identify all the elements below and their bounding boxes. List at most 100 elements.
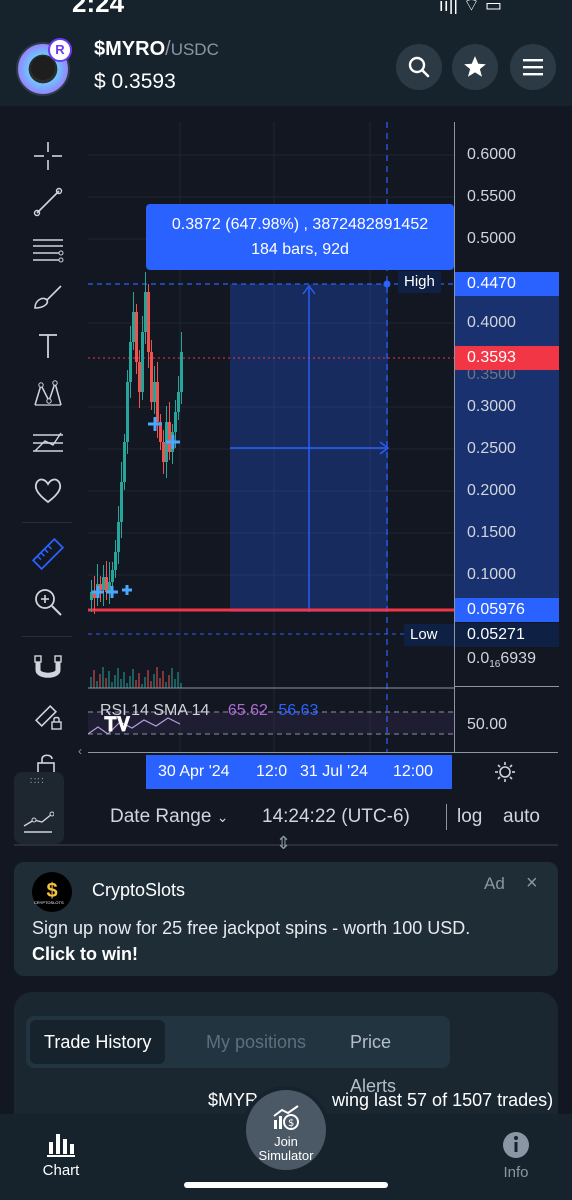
trendline-tool[interactable] xyxy=(30,184,66,220)
auto-toggle[interactable]: auto xyxy=(503,806,540,828)
volume-bar xyxy=(90,677,92,688)
trades-summary-count: wing last 57 of 1507 trades) xyxy=(332,1090,554,1110)
search-button[interactable] xyxy=(396,44,442,90)
date-range-button[interactable]: Date Range ⌄ xyxy=(110,806,228,828)
cryptoslots-logo-icon: $ xyxy=(32,872,72,912)
brush-tool[interactable] xyxy=(30,280,66,316)
candle-body xyxy=(141,332,144,392)
simulator-line1: Join xyxy=(274,1134,298,1149)
zoom-in-icon xyxy=(35,589,62,616)
simulator-line2: Simulator xyxy=(258,1148,314,1163)
volume-bar xyxy=(150,681,152,688)
toolbar-divider xyxy=(22,522,72,523)
price-tick: 0.6000 xyxy=(467,146,516,163)
chart-settings-icon[interactable] xyxy=(494,761,516,783)
volume-bar xyxy=(153,674,155,688)
favorite-tools[interactable] xyxy=(30,472,66,508)
resize-handle-icon[interactable]: ⇕ xyxy=(276,833,291,854)
tab-my-positions[interactable]: My positions xyxy=(192,1020,320,1064)
status-bar: 2:24 ıı|| ⌔ ▭ xyxy=(0,0,572,18)
ad-close-icon[interactable]: × xyxy=(526,872,538,895)
price-tick: 0.1000 xyxy=(467,566,516,583)
toolbar-divider xyxy=(22,636,72,637)
volume-bar xyxy=(93,670,95,688)
ad-title: CryptoSlots xyxy=(92,880,186,900)
candle-body xyxy=(162,442,165,462)
rsi-tick: 50.00 xyxy=(467,716,508,733)
ruler-icon xyxy=(31,537,65,571)
ad-cta[interactable]: Click to win! xyxy=(32,944,138,965)
text-tool[interactable] xyxy=(30,328,66,364)
tiny-price-tick: 0.0166939 xyxy=(467,650,536,670)
svg-text:$: $ xyxy=(288,1118,294,1129)
scroll-left-icon[interactable]: ‹ xyxy=(78,744,82,758)
low-price-box: 0.05271 xyxy=(455,623,559,647)
tiny-price-main: 0.0 xyxy=(467,650,490,667)
drawing-toolbar xyxy=(14,118,80,853)
time-axis[interactable]: 30 Apr '24 12:0 31 Jul '24 12:00 xyxy=(88,752,558,790)
fib-tool[interactable] xyxy=(30,232,66,268)
candle-body xyxy=(150,352,153,402)
measure-tool[interactable] xyxy=(30,536,66,572)
price-tick: 0.3000 xyxy=(467,398,516,415)
pattern-icon xyxy=(34,380,62,406)
nav-chart-label: Chart xyxy=(42,1162,80,1179)
candle-body xyxy=(156,382,159,422)
lock-drawings-tool[interactable] xyxy=(30,698,66,734)
tiny-price-sub: 16 xyxy=(489,659,501,671)
volume-bar xyxy=(180,683,182,688)
tab-price-alerts[interactable]: Price Alerts xyxy=(336,1020,450,1096)
price-tick: 0.5500 xyxy=(467,188,516,205)
nav-chart[interactable]: Chart xyxy=(21,1130,101,1179)
clock-time: 14:24:22 (UTC-6) xyxy=(262,806,410,827)
home-indicator xyxy=(184,1182,388,1188)
log-toggle[interactable]: log xyxy=(457,806,482,828)
drag-handle-icon[interactable]: ∷∷ xyxy=(30,776,45,787)
token-avatar[interactable]: R xyxy=(16,38,72,96)
time-tick: 12:00 xyxy=(393,763,434,780)
favorite-button[interactable] xyxy=(452,44,498,90)
join-simulator-button[interactable]: $ Join Simulator xyxy=(242,1086,330,1174)
candle-body xyxy=(174,412,177,432)
token-header: R $MYRO/USDC $ 0.3593 xyxy=(0,14,572,106)
price-axis[interactable]: 0.6000 0.5500 0.5000 0.4000 0.3500 0.300… xyxy=(454,122,559,752)
volume-bar xyxy=(105,678,107,688)
current-price: $ 0.3593 xyxy=(94,70,176,93)
candle-body xyxy=(129,342,132,382)
ad-logo-caption: CRYPTOSLOTS xyxy=(34,900,64,905)
volume-bar xyxy=(120,679,122,688)
volume-bar xyxy=(141,684,143,688)
trending-money-icon: $ xyxy=(273,1105,299,1130)
volume-bar xyxy=(156,667,158,688)
volume-bar xyxy=(108,671,110,688)
pattern-tool[interactable] xyxy=(30,376,66,412)
info-icon xyxy=(503,1132,529,1158)
crosshair-tool[interactable] xyxy=(30,138,66,174)
nav-info[interactable]: Info xyxy=(476,1130,556,1181)
high-label: High xyxy=(398,271,441,293)
star-icon xyxy=(464,56,486,77)
menu-button[interactable] xyxy=(510,44,556,90)
bar-chart-icon xyxy=(47,1134,75,1157)
tab-trade-history[interactable]: Trade History xyxy=(30,1020,166,1064)
candle-body xyxy=(168,422,171,452)
volume-bar xyxy=(123,672,125,688)
volume-bar xyxy=(162,671,164,688)
menu-icon xyxy=(523,59,543,76)
candle-body xyxy=(105,577,108,592)
rsi-legend[interactable]: RSI 14 SMA 14 65.62 56.63 xyxy=(100,702,318,720)
measure-tooltip-line1: 0.3872 (647.98%) , 3872482891452 xyxy=(171,216,429,233)
volume-bar xyxy=(129,676,131,688)
price-tick: 0.2500 xyxy=(467,440,516,457)
text-icon xyxy=(39,334,57,358)
exchange-badge-icon: R xyxy=(48,38,72,62)
current-price-box: 0.3593 xyxy=(455,346,559,370)
bar-divider xyxy=(446,804,447,830)
volume-bar xyxy=(147,670,149,688)
price-tick: 0.4000 xyxy=(467,314,516,331)
time-tick: 12:0 xyxy=(256,763,288,780)
zoom-tool[interactable] xyxy=(30,584,66,620)
magnet-tool[interactable] xyxy=(30,650,66,686)
forecast-tool[interactable] xyxy=(30,424,66,460)
ad-banner[interactable]: $ CRYPTOSLOTS CryptoSlots Ad × Sign up n… xyxy=(14,862,558,976)
